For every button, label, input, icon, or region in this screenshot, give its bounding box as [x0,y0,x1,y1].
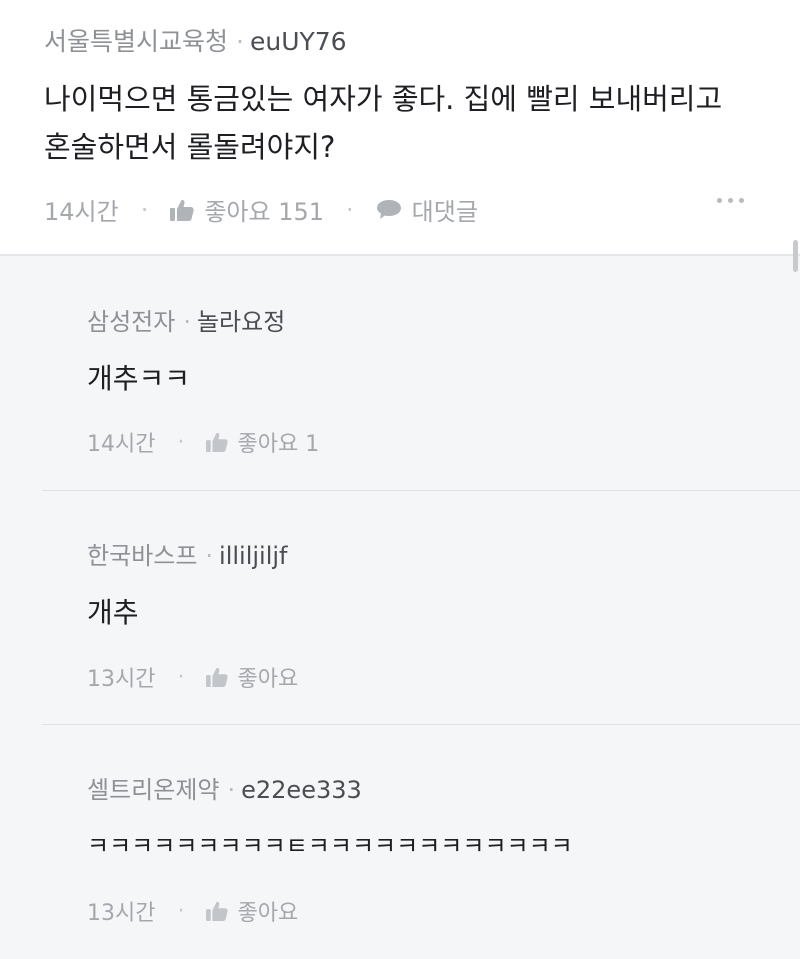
separator-dot: · [177,898,185,924]
reply-author[interactable]: 삼성전자 · 놀라요정 [87,302,285,337]
like-label: 좋아요 [237,667,299,692]
author-nickname[interactable]: illiljiljf [219,542,287,570]
more-dots-icon [739,198,744,203]
reply-divider [42,724,800,725]
separator-dot: · [227,776,236,804]
main-comment-text-line1: 나이먹으면 통금있는 여자가 좋다. 집에 빨리 보내버리고 [44,82,723,116]
main-comment-actions: 14시간 · 좋아요 151 · 대댓글 [44,192,478,227]
like-button[interactable]: 좋아요 [206,661,298,693]
reply-author[interactable]: 한국바스프 · illiljiljf [87,536,288,571]
more-dots-icon [717,198,722,203]
separator-dot: · [236,27,244,56]
reply-actions: 14시간 · 좋아요 1 [87,426,319,458]
comment-time: 13시간 [87,667,156,692]
thumbs-up-icon [170,199,194,221]
reply-label: 대댓글 [411,198,478,226]
like-button[interactable]: 좋아요 [206,895,298,927]
reply-divider [42,490,800,491]
separator-dot: · [177,429,185,455]
author-nickname[interactable]: e22ee333 [241,776,362,804]
scrollbar[interactable] [793,240,798,272]
like-label: 좋아요 [237,901,299,926]
section-divider [0,254,800,256]
like-label: 좋아요 1 [237,432,320,457]
separator-dot: · [205,542,214,570]
thumbs-up-icon [206,901,229,921]
author-organization: 서울특별시교육청 [44,27,229,56]
reply-text: 개추 [87,596,139,629]
main-comment: 서울특별시교육청 · euUY76 나이먹으면 통금있는 여자가 좋다. 집에 빨리… [0,0,800,254]
reply-button[interactable]: 대댓글 [376,192,478,227]
separator-dot: · [346,195,354,224]
separator-dot: · [183,308,191,336]
author-nickname[interactable]: euUY76 [250,27,347,56]
more-options-button[interactable] [717,198,744,203]
reply-text: ㅋㅋㅋㅋㅋㅋㅋㅋㅋㅌㅋㅋㅋㅋㅋㅋㅋㅋㅋㅋㅋㅋ [87,832,573,860]
speech-bubble-icon [376,199,402,221]
author-organization: 삼성전자 [87,308,176,336]
thumbs-up-icon [206,667,229,687]
comment-time: 14시간 [87,432,156,457]
like-label: 좋아요 151 [204,198,325,226]
like-button[interactable]: 좋아요 151 [170,192,324,227]
separator-dot: · [177,664,185,690]
like-button[interactable]: 좋아요 1 [206,426,319,458]
reply-actions: 13시간 · 좋아요 [87,895,298,927]
author-organization: 셀트리온제약 [87,776,220,804]
author-organization: 한국바스프 [87,542,198,570]
reply-text: 개추ㅋㅋ [87,362,191,395]
reply-actions: 13시간 · 좋아요 [87,661,298,693]
main-comment-author[interactable]: 서울특별시교육청 · euUY76 [44,22,347,58]
comment-time: 13시간 [87,901,156,926]
reply-author[interactable]: 셀트리온제약 · e22ee333 [87,770,362,805]
comment-time: 14시간 [44,198,119,226]
author-nickname[interactable]: 놀라요정 [197,308,285,336]
main-comment-text-line2: 혼술하면서 롤돌려야지? [44,130,336,164]
separator-dot: · [140,195,149,224]
thumbs-up-icon [206,432,229,452]
more-dots-icon [728,198,733,203]
